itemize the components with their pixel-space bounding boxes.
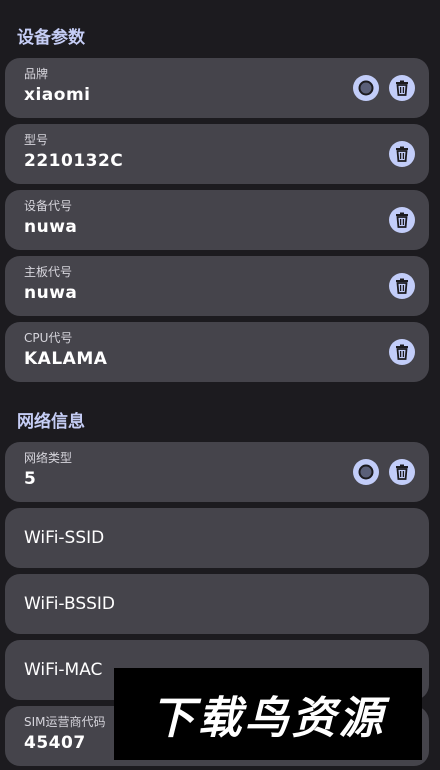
network-type-toggle-button[interactable] (353, 459, 379, 485)
cpu-code-field[interactable]: CPU代号 KALAMA (5, 322, 429, 382)
device-code-delete-button[interactable] (389, 207, 415, 233)
trash-icon (396, 146, 408, 162)
brand-delete-button[interactable] (389, 75, 415, 101)
wifi-mac-label: WiFi-MAC (24, 660, 103, 680)
circle-icon (358, 464, 374, 480)
wifi-bssid-label: WiFi-BSSID (24, 594, 116, 614)
circle-icon (358, 80, 374, 96)
brand-toggle-button[interactable] (353, 75, 379, 101)
model-label: 型号 (24, 133, 49, 147)
sim-operator-label: SIM运营商代码 (24, 715, 106, 729)
device-code-label: 设备代号 (24, 199, 73, 213)
brand-field[interactable]: 品牌 xiaomi (5, 58, 429, 118)
network-type-delete-button[interactable] (389, 459, 415, 485)
cpu-code-delete-button[interactable] (389, 339, 415, 365)
wifi-bssid-field[interactable]: WiFi-BSSID (5, 574, 429, 634)
section-title-device: 设备参数 (17, 28, 85, 48)
device-code-field[interactable]: 设备代号 nuwa (5, 190, 429, 250)
trash-icon (396, 344, 408, 360)
model-value: 2210132C (24, 151, 124, 171)
brand-value: xiaomi (24, 85, 91, 105)
wifi-ssid-label: WiFi-SSID (24, 528, 105, 548)
model-delete-button[interactable] (389, 141, 415, 167)
watermark-text: 下载鸟资源 (150, 693, 386, 744)
trash-icon (396, 212, 408, 228)
trash-icon (396, 80, 408, 96)
board-code-field[interactable]: 主板代号 nuwa (5, 256, 429, 316)
cpu-code-value: KALAMA (24, 349, 108, 369)
cpu-code-label: CPU代号 (24, 331, 73, 345)
watermark-banner: 下载鸟资源 (114, 668, 422, 760)
device-params-screen: 设备参数 品牌 xiaomi 型号 2210132C 设备代号 nuwa 主板代… (0, 0, 440, 770)
trash-icon (396, 278, 408, 294)
device-code-value: nuwa (24, 217, 78, 237)
trash-icon (396, 464, 408, 480)
board-code-value: nuwa (24, 283, 78, 303)
network-type-field[interactable]: 网络类型 5 (5, 442, 429, 502)
board-code-label: 主板代号 (24, 265, 73, 279)
model-field[interactable]: 型号 2210132C (5, 124, 429, 184)
network-type-label: 网络类型 (24, 451, 73, 465)
section-title-network: 网络信息 (17, 412, 85, 432)
brand-label: 品牌 (24, 67, 49, 81)
network-type-value: 5 (24, 469, 37, 489)
sim-operator-value: 45407 (24, 733, 86, 753)
wifi-ssid-field[interactable]: WiFi-SSID (5, 508, 429, 568)
board-code-delete-button[interactable] (389, 273, 415, 299)
